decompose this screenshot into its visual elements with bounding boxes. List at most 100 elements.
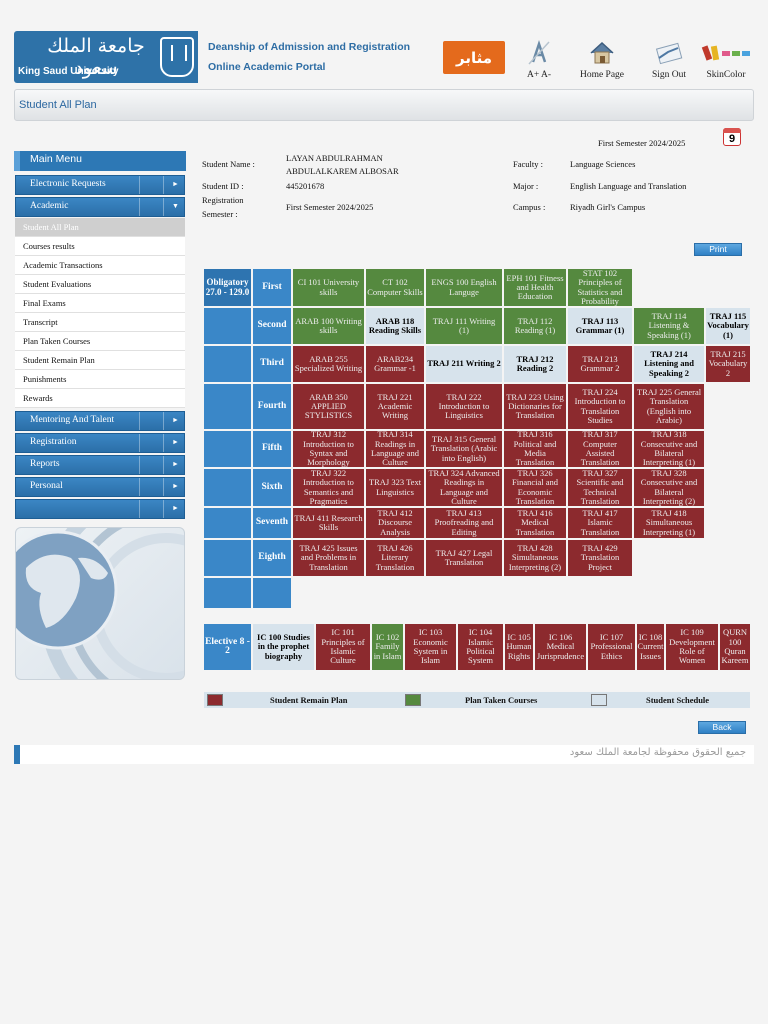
course-cell[interactable]: TRAJ 111 Writing (1) <box>426 308 502 344</box>
course-cell[interactable]: EPH 101 Fitness and Health Education <box>504 269 566 306</box>
course-cell[interactable]: TRAJ 427 Legal Translation <box>426 540 502 576</box>
student-name-label: Student Name : <box>202 159 255 169</box>
submenu-student-remain-plan[interactable]: Student Remain Plan <box>15 351 185 370</box>
print-button[interactable]: Print <box>694 243 742 256</box>
elective-course-cell[interactable]: IC 106 Medical Jurisprudence <box>535 624 586 670</box>
course-cell[interactable]: TRAJ 215 Vocabulary 2 <box>706 346 750 382</box>
logo-english-text: King Saud University <box>18 66 119 77</box>
course-cell[interactable]: TRAJ 314 Readings in Language and Cultur… <box>366 431 424 467</box>
obligatory-credits-label: Obligatory 27.0 - 129.0 <box>204 269 251 306</box>
course-cell[interactable]: TRAJ 328 Consecutive and Bilateral Inter… <box>634 469 704 506</box>
elective-course-cell[interactable]: IC 102 Family in Islam <box>372 624 403 670</box>
plan-spacer-cell <box>204 469 251 506</box>
course-cell[interactable]: STAT 102 Principles of Statistics and Pr… <box>568 269 632 306</box>
course-cell[interactable]: TRAJ 323 Text Linguistics <box>366 469 424 506</box>
submenu-student-evaluations[interactable]: Student Evaluations <box>15 275 185 294</box>
course-cell[interactable]: TRAJ 318 Consecutive and Bilateral Inter… <box>634 431 704 467</box>
elective-course-cell[interactable]: IC 101 Principles of Islamic Culture <box>316 624 370 670</box>
course-cell[interactable]: TRAJ 114 Listening & Speaking (1) <box>634 308 704 344</box>
sign-out-link[interactable]: Sign Out <box>645 40 693 80</box>
sidebar-item-personal[interactable]: Personal ► <box>15 477 185 497</box>
course-cell[interactable]: TRAJ 316 Political and Media Translation <box>504 431 566 467</box>
sidebar-item-registration[interactable]: Registration ► <box>15 433 185 453</box>
course-cell[interactable]: ENGS 100 English Languge <box>426 269 502 306</box>
course-cell[interactable]: TRAJ 412 Discourse Analysis <box>366 508 424 538</box>
course-cell[interactable]: TRAJ 317 Computer Assisted Translation <box>568 431 632 467</box>
mathair-button[interactable]: مثابر <box>443 41 505 74</box>
submenu-punishments[interactable]: Punishments <box>15 370 185 389</box>
submenu-rewards[interactable]: Rewards <box>15 389 185 408</box>
arrow-right-icon: ► <box>172 482 179 490</box>
course-cell[interactable]: TRAJ 212 Reading 2 <box>504 346 566 382</box>
sidebar-item-academic[interactable]: Academic ▼ <box>15 197 185 217</box>
course-cell[interactable]: ARAB 118 Reading Skills <box>366 308 424 344</box>
course-cell[interactable]: TRAJ 416 Medical Translation <box>504 508 566 538</box>
course-cell[interactable]: TRAJ 222 Introduction to Linguistics <box>426 384 502 429</box>
course-cell[interactable]: TRAJ 224 Introduction to Translation Stu… <box>568 384 632 429</box>
course-cell[interactable]: TRAJ 211 Writing 2 <box>426 346 502 382</box>
course-cell[interactable]: TRAJ 221 Academic Writing <box>366 384 424 429</box>
elective-course-cell[interactable]: IC 108 Current Issues <box>637 624 664 670</box>
elective-course-cell[interactable]: IC 107 Professional Ethics <box>588 624 635 670</box>
course-cell[interactable]: TRAJ 411 Research Skills <box>293 508 364 538</box>
elective-course-cell[interactable]: IC 105 Human Rights <box>505 624 533 670</box>
course-cell[interactable]: TRAJ 214 Listening and Speaking 2 <box>634 346 704 382</box>
course-cell[interactable]: TRAJ 324 Advanced Readings in Language a… <box>426 469 502 506</box>
course-cell[interactable]: TRAJ 426 Literary Translation <box>366 540 424 576</box>
submenu-final-exams[interactable]: Final Exams <box>15 294 185 313</box>
calendar-icon[interactable]: 9 <box>723 128 741 146</box>
course-cell[interactable]: TRAJ 326 Financial and Economic Translat… <box>504 469 566 506</box>
sidebar-item-blank[interactable]: ► <box>15 499 185 519</box>
faculty-label: Faculty : <box>513 159 543 169</box>
elective-course-cell[interactable]: IC 103 Economic System in Islam <box>405 624 456 670</box>
course-cell[interactable]: TRAJ 417 Islamic Translation <box>568 508 632 538</box>
submenu-plan-taken-courses[interactable]: Plan Taken Courses <box>15 332 185 351</box>
course-cell[interactable]: TRAJ 327 Scientific and Technical Transl… <box>568 469 632 506</box>
arrow-right-icon: ► <box>172 504 179 512</box>
course-cell[interactable]: TRAJ 413 Proofreading and Editing <box>426 508 502 538</box>
deanship-title: Deanship of Admission and Registration <box>208 41 411 53</box>
course-cell[interactable]: TRAJ 213 Grammar 2 <box>568 346 632 382</box>
arrow-right-icon: ► <box>172 416 179 424</box>
course-cell[interactable]: TRAJ 312 Introduction to Syntax and Morp… <box>293 431 364 467</box>
submenu-academic-transactions[interactable]: Academic Transactions <box>15 256 185 275</box>
course-cell[interactable]: TRAJ 425 Issues and Problems in Translat… <box>293 540 364 576</box>
course-cell[interactable]: TRAJ 225 General Translation (English in… <box>634 384 704 429</box>
submenu-courses-results[interactable]: Courses results <box>15 237 185 256</box>
submenu-student-all-plan[interactable]: Student All Plan <box>15 218 185 237</box>
course-cell[interactable]: TRAJ 418 Simultaneous Interpreting (1) <box>634 508 704 538</box>
arrow-right-icon: ► <box>172 438 179 446</box>
elective-course-cell[interactable]: IC 109 Development Role of Women <box>666 624 718 670</box>
back-button[interactable]: Back <box>698 721 746 734</box>
faculty-value: Language Sciences <box>570 159 636 169</box>
course-cell[interactable]: TRAJ 115 Vocabulary (1) <box>706 308 750 344</box>
font-size-tool[interactable]: A+ A- <box>518 40 560 80</box>
legend-schedule-swatch <box>591 694 607 706</box>
sidebar-item-reports[interactable]: Reports ► <box>15 455 185 475</box>
course-cell[interactable]: ARAB234 Grammar -1 <box>366 346 424 382</box>
page-title-bar: Student All Plan <box>14 89 754 121</box>
plan-spacer-cell <box>253 578 291 608</box>
course-cell[interactable]: TRAJ 428 Simultaneous Interpreting (2) <box>504 540 566 576</box>
submenu-transcript[interactable]: Transcript <box>15 313 185 332</box>
sidebar-item-electronic-requests[interactable]: Electronic Requests ► <box>15 175 185 195</box>
portal-title: Online Academic Portal <box>208 61 326 73</box>
plan-spacer-cell <box>204 346 251 382</box>
course-cell[interactable]: TRAJ 315 General Translation (Arabic int… <box>426 431 502 467</box>
elective-course-cell[interactable]: IC 104 Islamic Political System <box>458 624 503 670</box>
course-cell[interactable]: TRAJ 113 Grammar (1) <box>568 308 632 344</box>
course-cell[interactable]: TRAJ 223 Using Dictionaries for Translat… <box>504 384 566 429</box>
course-cell[interactable]: ARAB 100 Writing skills <box>293 308 364 344</box>
course-cell[interactable]: ARAB 255 Specialized Writing <box>293 346 364 382</box>
elective-course-cell[interactable]: IC 100 Studies in the prophet biography <box>253 624 314 670</box>
skin-color-tool[interactable]: SkinColor <box>700 40 752 80</box>
home-page-link[interactable]: Home Page <box>575 40 629 80</box>
course-cell[interactable]: ARAB 350 APPLIED STYLISTICS <box>293 384 364 429</box>
sidebar-item-mentoring[interactable]: Mentoring And Talent ► <box>15 411 185 431</box>
course-cell[interactable]: CI 101 University skills <box>293 269 364 306</box>
course-cell[interactable]: TRAJ 322 Introduction to Semantics and P… <box>293 469 364 506</box>
course-cell[interactable]: TRAJ 429 Translation Project <box>568 540 632 576</box>
course-cell[interactable]: TRAJ 112 Reading (1) <box>504 308 566 344</box>
elective-course-cell[interactable]: QURN 100 Quran Kareem <box>720 624 750 670</box>
course-cell[interactable]: CT 102 Computer Skills <box>366 269 424 306</box>
